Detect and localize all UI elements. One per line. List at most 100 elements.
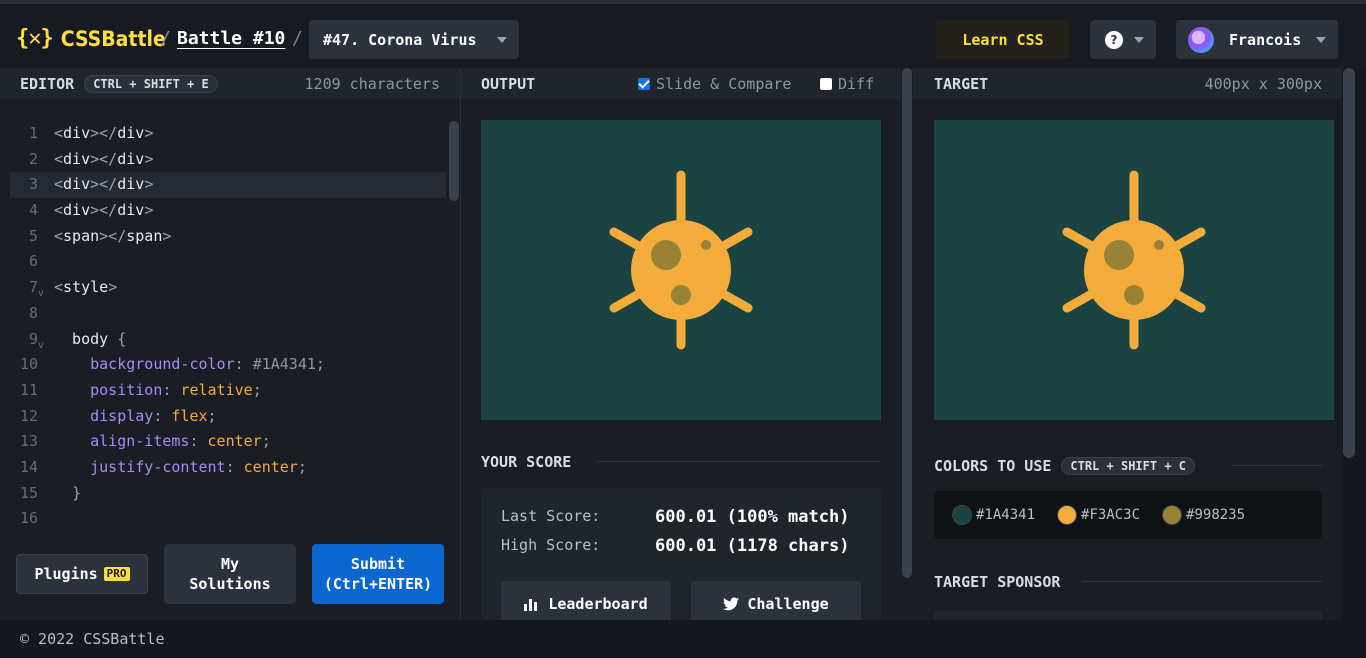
- code-line[interactable]: 10 background-color: #1A4341;: [10, 352, 446, 378]
- line-number: 10: [19, 355, 38, 374]
- user-name: Francois: [1229, 31, 1302, 49]
- code-token: }: [72, 483, 82, 502]
- learn-css-button[interactable]: Learn CSS: [936, 20, 1070, 59]
- code-line[interactable]: 15 }: [10, 481, 446, 507]
- slide-compare-checkbox[interactable]: [638, 77, 650, 90]
- code-token: >: [162, 226, 172, 245]
- colors-shortcut-badge: CTRL + SHIFT + C: [1061, 457, 1195, 475]
- line-number: 14: [19, 457, 38, 476]
- high-score-label: High Score:: [501, 536, 601, 554]
- char-count: 1209 characters: [304, 74, 440, 93]
- code-token: <: [54, 201, 64, 220]
- code-token: <: [54, 226, 64, 245]
- high-score-value: 600.01 (1178 chars): [655, 536, 850, 556]
- help-button[interactable]: ?: [1090, 20, 1156, 59]
- logo[interactable]: {✕} CSSBattle: [16, 26, 166, 51]
- target-select[interactable]: #47. Corona Virus: [309, 20, 519, 59]
- color-hex: #998235: [1186, 507, 1246, 523]
- plugins-button[interactable]: Plugins PRO: [16, 554, 148, 594]
- slide-compare-toggle[interactable]: Slide & Compare: [638, 75, 791, 93]
- diff-checkbox[interactable]: [820, 77, 832, 90]
- battle-link[interactable]: Battle #10: [177, 28, 285, 49]
- code-token: ></: [99, 226, 127, 245]
- your-score-title: YOUR SCORE: [481, 453, 572, 471]
- code-token: ;: [315, 355, 325, 374]
- avatar: [1188, 27, 1214, 53]
- fold-chevron-icon[interactable]: v: [38, 327, 52, 353]
- code-token: ></: [90, 201, 118, 220]
- output-scrollbar[interactable]: [902, 68, 912, 578]
- breadcrumb-separator: /: [292, 28, 303, 49]
- code-token: ;: [252, 380, 262, 399]
- target-canvas: [934, 120, 1334, 420]
- code-line[interactable]: 14 justify-content: center;: [10, 455, 446, 481]
- virus-spot: [651, 240, 681, 270]
- code-token: background-color: [90, 355, 235, 374]
- last-score-row: Last Score: 600.01 (100% match): [501, 507, 849, 527]
- code-line[interactable]: 8: [10, 301, 446, 327]
- code-token: flex: [171, 406, 208, 425]
- code-token: center: [207, 432, 262, 451]
- sponsor-title: TARGET SPONSOR: [934, 573, 1061, 591]
- code-line[interactable]: 11 position: relative;: [10, 378, 446, 404]
- chevron-down-icon: [1316, 37, 1326, 43]
- code-line[interactable]: 13 align-items: center;: [10, 429, 446, 455]
- copyright: © 2022 CSSBattle: [20, 630, 165, 648]
- target-select-label: #47. Corona Virus: [323, 30, 477, 49]
- color-swatch[interactable]: #F3AC3C: [1057, 505, 1140, 525]
- editor-scrollbar[interactable]: [449, 121, 459, 201]
- code-token: ></: [90, 149, 118, 168]
- output-header: OUTPUT Slide & Compare Diff: [461, 68, 901, 99]
- line-number: 7: [28, 278, 38, 297]
- output-canvas[interactable]: [481, 120, 881, 420]
- line-number: 1: [28, 124, 38, 142]
- color-swatch[interactable]: #998235: [1162, 505, 1245, 525]
- line-number: 5: [28, 226, 38, 245]
- code-editor[interactable]: 1 < div ></div >2 < div ></div >3 < div ></div >4 < di…: [10, 121, 446, 532]
- line-number: 4: [28, 201, 38, 220]
- code-line[interactable]: 2 < div ></div >: [10, 147, 446, 173]
- code-token: style: [63, 278, 109, 297]
- fold-chevron-icon[interactable]: v: [38, 275, 52, 301]
- code-line[interactable]: 9v body {: [10, 327, 446, 353]
- plugins-label: Plugins: [34, 565, 98, 583]
- code-token: ;: [297, 457, 307, 476]
- submit-button[interactable]: Submit (Ctrl+ENTER): [312, 544, 444, 604]
- footer: © 2022 CSSBattle: [0, 620, 1366, 658]
- code-token: >: [108, 278, 118, 297]
- target-title: TARGET: [934, 74, 989, 93]
- last-score-value: 600.01 (100% match): [655, 507, 850, 527]
- code-line[interactable]: 4 < div ></div >: [10, 198, 446, 224]
- target-header: TARGET 400px x 300px: [913, 68, 1342, 99]
- code-line[interactable]: 3 < div ></div >: [10, 172, 446, 199]
- line-number: 15: [19, 483, 38, 502]
- color-swatch[interactable]: #1A4341: [952, 505, 1035, 525]
- code-line[interactable]: 16: [10, 506, 446, 532]
- line-number: 2: [28, 149, 38, 168]
- diff-toggle[interactable]: Diff: [820, 75, 874, 93]
- user-menu-button[interactable]: Francois: [1176, 20, 1338, 59]
- my-solutions-button[interactable]: My Solutions: [164, 544, 296, 604]
- code-line[interactable]: 5 < span ></span >: [10, 224, 446, 250]
- line-number: 3: [28, 175, 38, 194]
- code-line[interactable]: 1 < div ></div >: [10, 121, 446, 147]
- color-dot: [952, 505, 972, 525]
- code-token: div: [63, 124, 91, 142]
- color-hex: #F3AC3C: [1081, 507, 1141, 523]
- high-score-row: High Score: 600.01 (1178 chars): [501, 536, 849, 556]
- page-scrollbar[interactable]: [1342, 68, 1366, 620]
- code-token: :: [153, 406, 172, 425]
- code-line[interactable]: 7 v < style >: [10, 275, 446, 301]
- page-scrollbar-thumb[interactable]: [1343, 68, 1355, 458]
- panel-resize-gutter[interactable]: [901, 68, 913, 620]
- logo-text: CSSBattle: [60, 26, 166, 51]
- code-token: <: [54, 175, 64, 194]
- leaderboard-label: Leaderboard: [548, 594, 648, 613]
- code-token: div: [117, 201, 145, 220]
- code-line[interactable]: 12 display: flex;: [10, 404, 446, 430]
- code-line[interactable]: 6: [10, 249, 446, 275]
- chevron-down-icon: [1134, 37, 1144, 43]
